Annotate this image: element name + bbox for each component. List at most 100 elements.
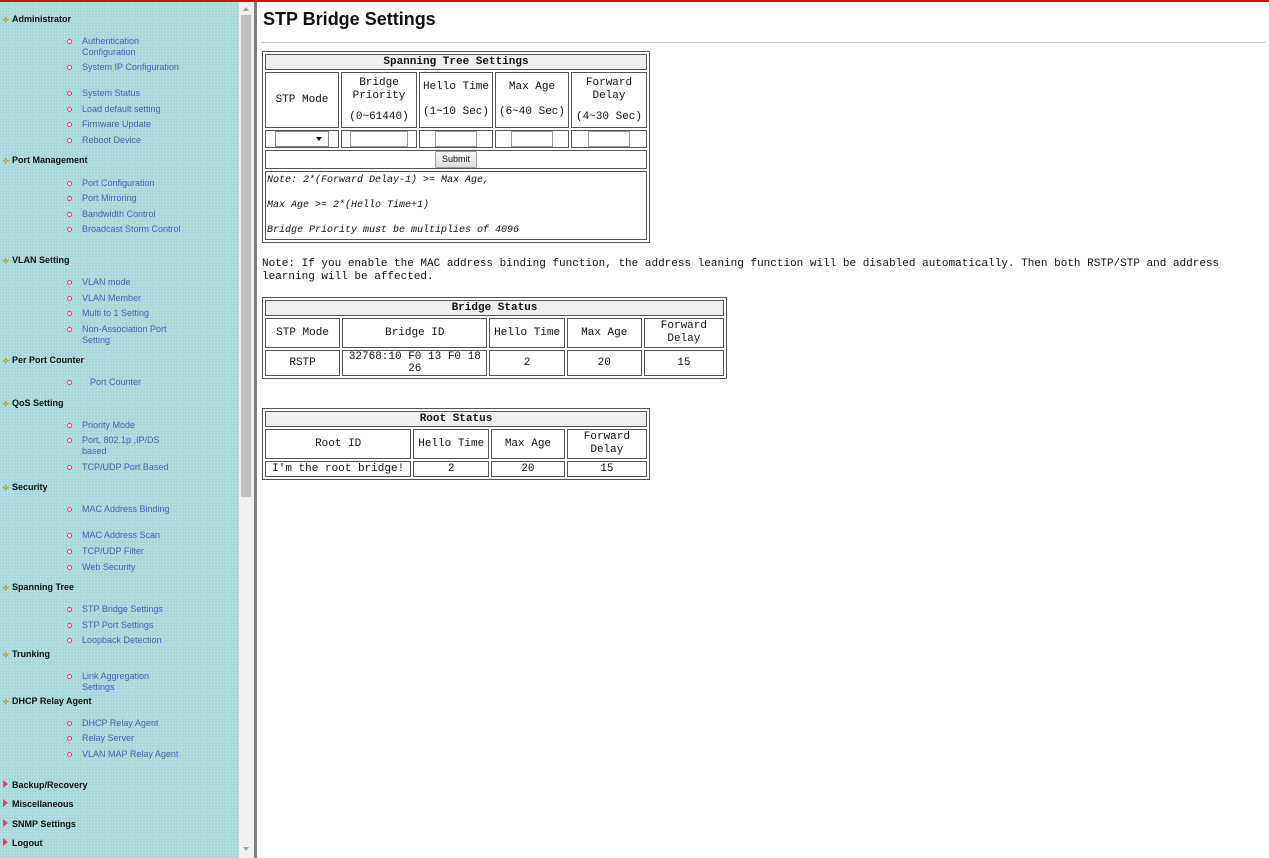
sidebar-item-link-aggregation-settings[interactable]: Link Aggregation Settings — [67, 671, 182, 693]
sidebar-section-vlan-setting[interactable]: ✧ VLAN Setting — [2, 255, 70, 269]
bridge-header-max-age: Max Age — [566, 318, 642, 348]
max-age-cell — [495, 130, 569, 148]
header-bridge-priority: Bridge Priority (0~61440) — [341, 72, 417, 128]
sidebar-item-tcp-udp-filter[interactable]: TCP/UDP Filter — [67, 546, 182, 557]
bullet-icon — [67, 549, 72, 554]
chevron-down-icon — [316, 137, 322, 141]
sidebar-item-port-8021p-ipds-based[interactable]: Port, 802.1p ,IP/DS based — [67, 435, 182, 457]
sidebar-item-authentication-configuration[interactable]: Authentication Configuration — [67, 36, 182, 58]
bridge-header-hello-time: Hello Time — [489, 318, 565, 348]
scroll-down-arrow-icon[interactable] — [243, 847, 249, 851]
root-status-table: Root Status Root ID Hello Time Max Age F… — [262, 408, 650, 480]
sidebar-item-stp-port-settings[interactable]: STP Port Settings — [67, 620, 182, 631]
bullet-icon — [67, 138, 72, 143]
sidebar-item-vlan-member[interactable]: VLAN Member — [67, 293, 182, 304]
sidebar-item-broadcast-storm-control[interactable]: Broadcast Storm Control — [67, 224, 182, 235]
bridge-hello-time-value: 2 — [489, 350, 565, 376]
sidebar-item-mac-address-binding[interactable]: MAC Address Binding — [67, 504, 182, 515]
bullet-icon — [67, 327, 72, 332]
sidebar-item-load-default-setting[interactable]: Load default setting — [67, 104, 182, 115]
sidebar-item-port-configuration[interactable]: Port Configuration — [67, 178, 182, 189]
bullet-icon — [67, 91, 72, 96]
sidebar-item-loopback-detection[interactable]: Loopback Detection — [67, 635, 182, 646]
bullet-icon — [67, 507, 72, 512]
stp-mode-select[interactable] — [275, 131, 329, 147]
note-line-1: Note: 2*(Forward Delay-1) >= Max Age, — [267, 175, 490, 186]
sidebar-nav: ✧ Administrator Authentication Configurat… — [0, 2, 239, 858]
note-line-2: Max Age >= 2*(Hello Time+1) — [267, 200, 430, 211]
bullet-icon — [67, 181, 72, 186]
open-bullet-icon: ✧ — [2, 356, 10, 366]
sidebar-item-dhcp-relay-agent[interactable]: DHCP Relay Agent — [67, 718, 182, 729]
header-max-age: Max Age (6~40 Sec) — [495, 72, 569, 128]
sidebar-item-priority-mode[interactable]: Priority Mode — [67, 420, 182, 431]
bullet-icon — [67, 752, 72, 757]
open-bullet-icon: ✧ — [2, 399, 10, 409]
sidebar-item-port-counter[interactable]: Port Counter — [67, 377, 190, 388]
stp-notes: Note: 2*(Forward Delay-1) >= Max Age, Ma… — [265, 171, 647, 240]
open-bullet-icon: ✧ — [2, 697, 10, 707]
sidebar-item-bandwidth-control[interactable]: Bandwidth Control — [67, 209, 182, 220]
submit-button[interactable]: Submit — [434, 151, 477, 168]
sidebar-item-mac-address-scan[interactable]: MAC Address Scan — [67, 530, 182, 541]
bullet-icon — [67, 533, 72, 538]
sidebar-section-qos-setting[interactable]: ✧ QoS Setting — [2, 398, 64, 412]
sidebar-section-security[interactable]: ✧ Security — [2, 482, 48, 496]
bullet-icon — [67, 607, 72, 612]
sidebar-scrollbar[interactable] — [239, 2, 254, 858]
main-content: STP Bridge Settings Spanning Tree Settin… — [257, 2, 1269, 858]
sidebar-item-vlan-map-relay-agent[interactable]: VLAN MAP Relay Agent — [67, 749, 182, 760]
bullet-icon — [67, 674, 72, 679]
bridge-header-forward-delay: Forward Delay — [643, 318, 724, 348]
sidebar-item-multi-to-1-setting[interactable]: Multi to 1 Setting — [67, 308, 182, 319]
sidebar-item-vlan-mode[interactable]: VLAN mode — [67, 277, 182, 288]
root-status-caption: Root Status — [265, 411, 647, 427]
sidebar-item-stp-bridge-settings[interactable]: STP Bridge Settings — [67, 604, 182, 615]
root-hello-time-value: 2 — [413, 461, 490, 477]
sidebar-section-administrator[interactable]: ✧ Administrator — [2, 14, 71, 28]
sidebar-item-non-association-port-setting[interactable]: Non-Association Port Setting — [67, 324, 182, 346]
sidebar-item-firmware-update[interactable]: Firmware Update — [67, 119, 182, 130]
bullet-icon — [67, 638, 72, 643]
max-age-input[interactable] — [511, 131, 553, 147]
root-header-forward-delay: Forward Delay — [566, 429, 647, 459]
bridge-id-value: 32768:10 F0 13 F0 18 26 — [342, 350, 488, 376]
hello-time-input[interactable] — [435, 131, 477, 147]
forward-delay-input[interactable] — [588, 131, 630, 147]
bullet-icon — [67, 122, 72, 127]
sidebar-item-tcp-udp-port-based[interactable]: TCP/UDP Port Based — [67, 462, 182, 473]
title-divider — [261, 42, 1266, 43]
bullet-icon — [67, 227, 72, 232]
sidebar-item-system-ip-configuration[interactable]: System IP Configuration — [67, 62, 182, 73]
bullet-icon — [67, 623, 72, 628]
bullet-icon — [67, 107, 72, 112]
bullet-icon — [67, 380, 72, 385]
sidebar-section-trunking[interactable]: ✧ Trunking — [2, 649, 50, 663]
note-line-3: Bridge Priority must be multiplies of 40… — [267, 225, 520, 236]
sidebar-section-miscellaneous[interactable]: Miscellaneous — [2, 799, 74, 813]
scrollbar-thumb[interactable] — [241, 15, 251, 497]
sidebar-section-snmp-settings[interactable]: SNMP Settings — [2, 819, 76, 833]
bridge-priority-input[interactable] — [350, 131, 408, 147]
sidebar-section-dhcp-relay-agent[interactable]: ✧ DHCP Relay Agent — [2, 696, 92, 710]
sidebar-item-port-mirroring[interactable]: Port Mirroring — [67, 193, 182, 204]
triangle-right-icon — [3, 819, 8, 827]
sidebar-item-system-status[interactable]: System Status — [67, 88, 182, 99]
root-header-max-age: Max Age — [491, 429, 565, 459]
sidebar-section-per-port-counter[interactable]: ✧ Per Port Counter — [2, 355, 84, 369]
open-bullet-icon: ✧ — [2, 583, 10, 593]
bullet-icon — [67, 196, 72, 201]
sidebar-section-port-management[interactable]: ✧ Port Management — [2, 155, 88, 169]
sidebar-section-logout[interactable]: Logout — [2, 838, 43, 852]
bullet-icon — [67, 296, 72, 301]
scroll-up-arrow-icon[interactable] — [243, 7, 249, 11]
header-hello-time: Hello Time (1~10 Sec) — [419, 72, 493, 128]
sidebar-section-backup-recovery[interactable]: Backup/Recovery — [2, 780, 88, 794]
sidebar-item-web-security[interactable]: Web Security — [67, 562, 182, 573]
sidebar-item-reboot-device[interactable]: Reboot Device — [67, 135, 182, 146]
triangle-right-icon — [3, 838, 8, 846]
bridge-header-stp-mode: STP Mode — [265, 318, 341, 348]
bullet-icon — [67, 39, 72, 44]
sidebar-section-spanning-tree[interactable]: ✧ Spanning Tree — [2, 582, 74, 596]
sidebar-item-relay-server[interactable]: Relay Server — [67, 733, 182, 744]
